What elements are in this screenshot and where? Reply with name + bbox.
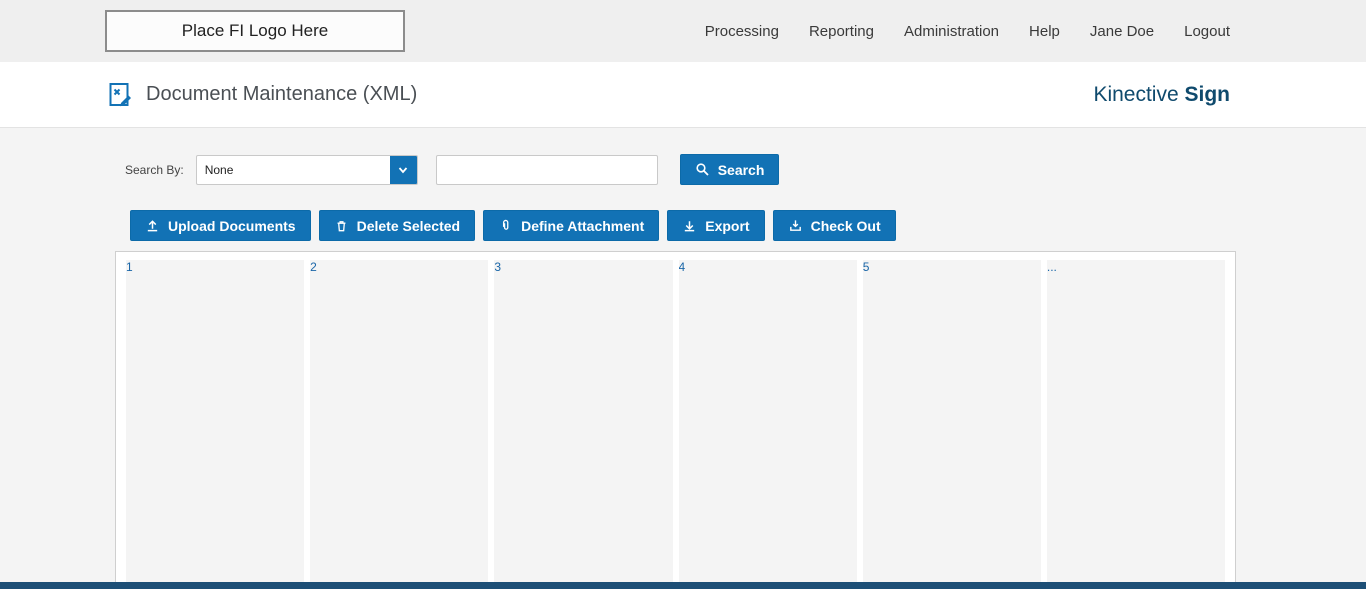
- page-link-3[interactable]: 3: [494, 260, 673, 589]
- toolbar: Upload Documents Delete Selected Define At…: [130, 210, 1366, 241]
- topbar: Place FI Logo Here Processing Reporting Ad…: [0, 0, 1366, 62]
- fi-logo-placeholder: Place FI Logo Here: [105, 10, 405, 52]
- page-link-[interactable]: ...: [1046, 260, 1226, 589]
- page-link-1[interactable]: 1: [126, 260, 305, 589]
- nav-item-processing[interactable]: Processing: [705, 23, 779, 40]
- titlebar: Document Maintenance (XML) Kinective Sig…: [0, 62, 1366, 128]
- nav-item-logout[interactable]: Logout: [1184, 23, 1230, 40]
- nav-item-jane-doe[interactable]: Jane Doe: [1090, 23, 1154, 40]
- nav-item-reporting[interactable]: Reporting: [809, 23, 874, 40]
- document-xml-icon: [108, 82, 134, 108]
- search-row: Search By: None Search: [125, 154, 1366, 185]
- footer-strip: [0, 582, 1366, 589]
- pagination: 1 2 3 4 5...: [116, 252, 1235, 589]
- toolbar-button-label: Check Out: [810, 217, 881, 234]
- toolbar-button-define-attachment[interactable]: Define Attachment: [483, 210, 660, 241]
- nav-item-administration[interactable]: Administration: [904, 23, 999, 40]
- nav-item-help[interactable]: Help: [1029, 23, 1060, 40]
- brand-name: Kinective: [1093, 82, 1179, 106]
- main-content: Search By: None Search Upload Documents D…: [0, 128, 1366, 589]
- brand-logo: Kinective Sign: [1093, 83, 1230, 107]
- checkout-icon: [788, 218, 803, 233]
- page-link-4[interactable]: 4: [678, 260, 857, 589]
- toolbar-button-label: Upload Documents: [168, 217, 296, 234]
- export-icon: [682, 218, 697, 233]
- toolbar-button-export[interactable]: Export: [667, 210, 765, 241]
- page-title: Document Maintenance (XML): [146, 83, 418, 105]
- toolbar-button-upload-documents[interactable]: Upload Documents: [130, 210, 311, 241]
- upload-icon: [145, 218, 160, 233]
- toolbar-button-label: Define Attachment: [521, 217, 645, 234]
- toolbar-button-check-out[interactable]: Check Out: [772, 210, 896, 241]
- search-input[interactable]: [435, 154, 658, 185]
- search-button-label: Search: [717, 161, 765, 178]
- trash-icon: [334, 218, 349, 233]
- search-button[interactable]: Search: [679, 154, 780, 185]
- chevron-down-icon[interactable]: [389, 155, 417, 184]
- fi-logo-text: Place FI Logo Here: [181, 21, 329, 40]
- paperclip-icon: [498, 218, 513, 233]
- search-by-label: Search By:: [125, 162, 184, 177]
- page-link-5[interactable]: 5: [862, 260, 1041, 589]
- toolbar-button-label: Export: [705, 217, 750, 234]
- page-link-2[interactable]: 2: [310, 260, 489, 589]
- toolbar-button-delete-selected[interactable]: Delete Selected: [318, 210, 476, 241]
- dropdown-selected-value: None: [204, 162, 234, 177]
- search-icon: [695, 162, 710, 177]
- title-group: Document Maintenance (XML): [108, 82, 417, 108]
- search-by-dropdown[interactable]: None: [195, 154, 418, 185]
- page: Place FI Logo Here Processing Reporting Ad…: [0, 0, 1366, 589]
- top-nav: Processing Reporting Administration Help Jan…: [705, 23, 1230, 40]
- documents-panel: 12345... Document NameDescriptionDiction…: [115, 251, 1236, 589]
- toolbar-button-label: Delete Selected: [356, 217, 461, 234]
- brand-name-bold: Sign: [1184, 82, 1231, 106]
